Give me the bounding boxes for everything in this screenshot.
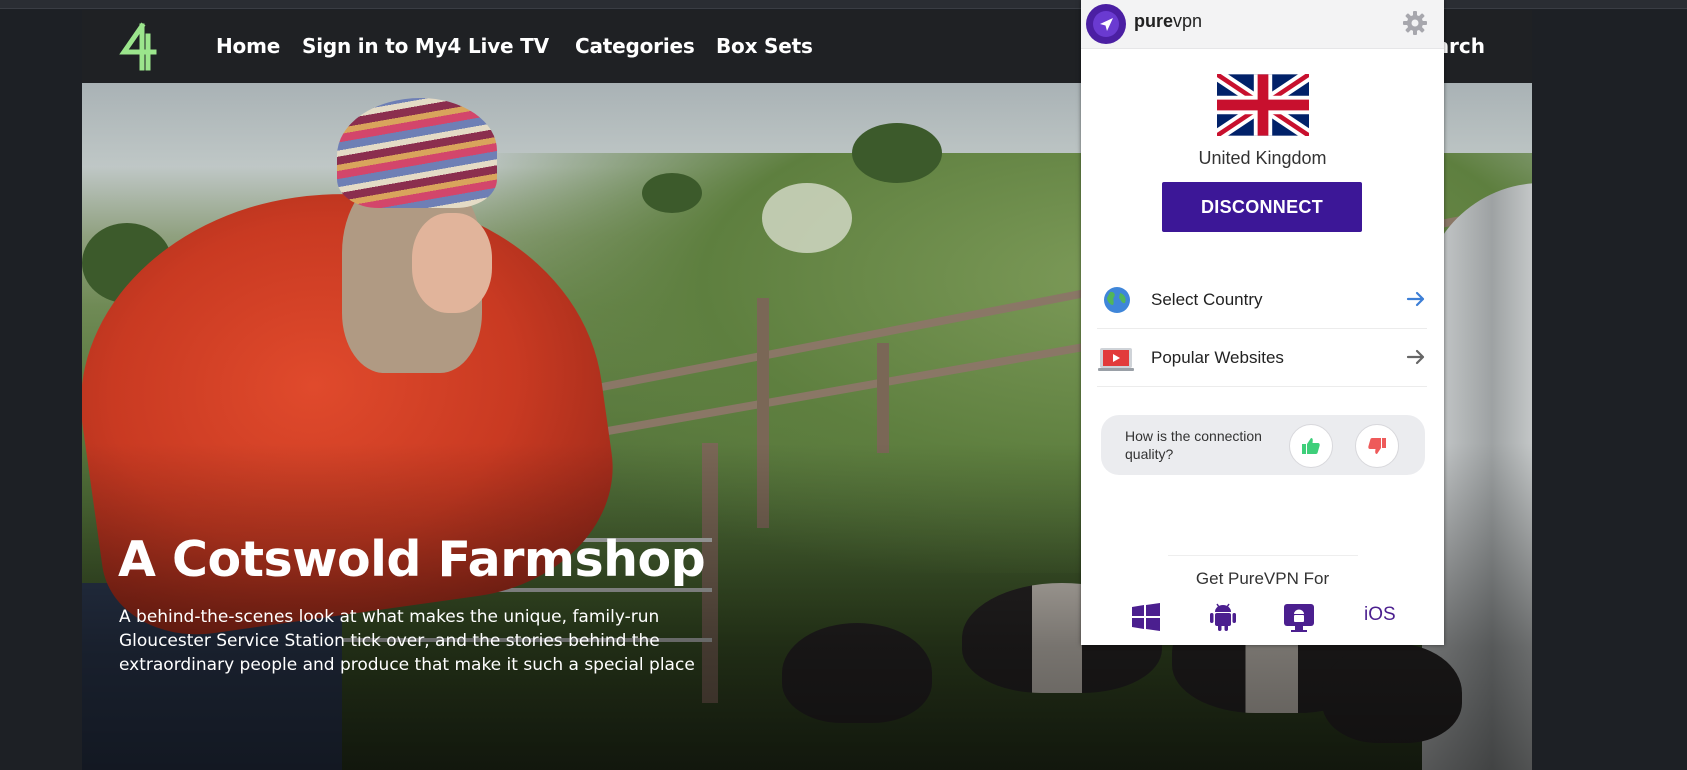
feedback-question: How is the connection quality? [1125, 428, 1262, 462]
connection-feedback-panel: How is the connection quality? [1101, 415, 1425, 475]
android-icon[interactable] [1205, 600, 1241, 634]
globe-icon [1104, 287, 1130, 313]
thumbs-down-button[interactable] [1355, 424, 1399, 468]
select-country-label: Select Country [1151, 290, 1263, 309]
android-tv-icon[interactable] [1281, 600, 1317, 634]
brand-regular: vpn [1173, 11, 1203, 31]
woman-knitted-hat [337, 98, 497, 208]
hero-title[interactable]: A Cotswold Farmshop [118, 531, 706, 588]
arrow-right-icon [1406, 349, 1425, 365]
fence-post [877, 343, 889, 453]
popular-websites-label: Popular Websites [1151, 348, 1284, 367]
video-icon [1098, 348, 1134, 371]
divider [1168, 555, 1358, 556]
nav-sign-in[interactable]: Sign in to My4 [302, 34, 461, 58]
hero-tree [852, 123, 942, 183]
nav-categories[interactable]: Categories [575, 34, 695, 58]
hero-description-line: Gloucester Service Station tick over, an… [119, 631, 660, 651]
hero-description-line: extraordinary people and produce that ma… [119, 655, 695, 675]
purevpn-popup: purevpn United Kingdom DISCONNECT Select… [1081, 0, 1444, 645]
nav-home[interactable]: Home [216, 34, 280, 58]
hero-description: A behind-the-scenes look at what makes t… [119, 605, 759, 677]
hero-blossom-bush [762, 183, 852, 253]
purevpn-wordmark: purevpn [1134, 11, 1202, 32]
disconnect-button[interactable]: DISCONNECT [1162, 182, 1362, 232]
thumbs-up-button[interactable] [1289, 424, 1333, 468]
nav-live-tv[interactable]: Live TV [468, 34, 549, 58]
uk-flag-icon [1217, 74, 1309, 136]
get-purevpn-title: Get PureVPN For [1195, 569, 1330, 588]
thumbs-down-icon [1368, 438, 1386, 454]
gear-icon[interactable] [1402, 10, 1428, 36]
purevpn-logo-icon [1086, 4, 1126, 44]
arrow-right-icon [1406, 291, 1425, 307]
hero-description-line: A behind-the-scenes look at what makes t… [119, 607, 660, 627]
windows-icon[interactable] [1128, 600, 1164, 634]
ios-link[interactable]: iOS [1364, 604, 1396, 626]
purevpn-header: purevpn [1081, 0, 1444, 49]
popular-websites-item[interactable]: Popular Websites [1097, 330, 1427, 387]
connected-country-label: United Kingdom [1198, 148, 1327, 168]
channel4-logo[interactable] [118, 22, 162, 72]
brand-bold: pure [1134, 11, 1174, 31]
thumbs-up-icon [1302, 438, 1320, 454]
select-country-item[interactable]: Select Country [1097, 272, 1427, 329]
woman-face [412, 213, 492, 313]
nav-box-sets[interactable]: Box Sets [716, 34, 813, 58]
hero-tree [642, 173, 702, 213]
